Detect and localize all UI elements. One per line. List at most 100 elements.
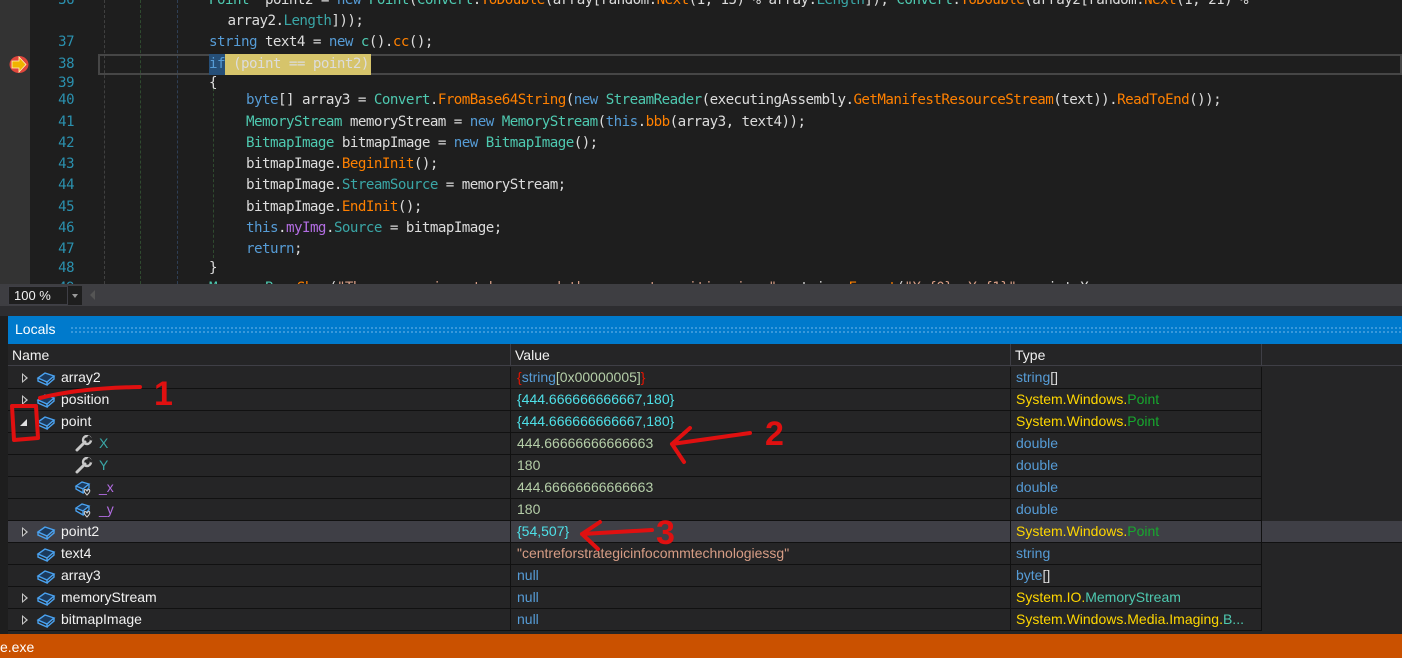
line-number: 44 [58,177,74,193]
title-drag-grip[interactable] [70,326,1402,333]
type-token: string [1016,369,1051,385]
code-line[interactable]: return; [246,239,303,260]
name-cell[interactable]: bitmapImage [8,609,511,630]
code-token: ])); [331,13,364,29]
name-cell[interactable]: point [8,411,511,432]
column-header-value[interactable]: Value [511,344,1011,366]
value-cell[interactable]: 180 [511,455,1011,476]
locals-row[interactable]: point {444.666666666667,180} System.Window… [8,411,1262,433]
name-cell[interactable]: Y [8,455,511,476]
line-number: 46 [58,220,74,236]
variable-name: memoryStream [61,589,157,605]
code-line[interactable]: BitmapImage bitmapImage = new BitmapImag… [246,133,598,154]
value-cell[interactable]: null [511,609,1011,630]
expand-arrow-icon[interactable] [22,527,28,537]
value-cell[interactable]: {444.666666666667,180} [511,411,1011,432]
variable-name: Y [99,457,109,473]
type-token: System.Windows. [1016,413,1128,429]
type-token: Point [1127,413,1160,429]
code-token: [] array3 = [277,92,374,108]
code-token: FromBase64String [437,92,566,108]
zoom-dropdown-button[interactable] [68,286,82,305]
variable-name: X [99,435,109,451]
line-number: 43 [58,156,74,172]
name-cell[interactable]: X [8,433,511,454]
code-line[interactable]: } [209,258,218,279]
value-cell[interactable]: 444.66666666666663 [511,477,1011,498]
name-cell[interactable]: point2 [8,521,511,542]
expand-arrow-icon[interactable] [22,373,28,383]
value-cell[interactable]: {string[0x00000005]} [511,367,1011,388]
code-line[interactable]: MemoryStream memoryStream = new MemorySt… [246,112,806,133]
editor-bottom-bar: 100 % [0,284,1402,306]
indent-guide [177,0,178,284]
locals-row[interactable]: text4 "centreforstrategicinfocommtechnolo… [8,543,1262,565]
locals-row[interactable]: array2 {string[0x00000005]} string[] [8,367,1262,389]
name-cell[interactable]: array3 [8,565,511,586]
value-cell[interactable]: null [511,565,1011,586]
locals-row[interactable]: Y 180 double [8,455,1262,477]
locals-row[interactable]: _y 180 double [8,499,1262,521]
code-line[interactable]: array2.Length])); [228,11,364,32]
code-line[interactable]: string text4 = new c().cc(); [209,32,433,53]
collapse-arrow-icon[interactable] [20,419,27,426]
value-cell[interactable]: {54,507} [511,521,1011,542]
locals-title-bar[interactable]: Locals [8,316,1402,344]
name-cell[interactable]: array2 [8,367,511,388]
code-line[interactable]: Point point2 = new Point(Convert.ToDoubl… [209,0,1249,11]
code-line[interactable]: byte[] array3 = Convert.FromBase64String… [246,90,1222,111]
code-token: . [472,0,482,8]
panel-splitter[interactable] [0,306,1402,316]
indent-guide [213,78,214,258]
code-line[interactable]: bitmapImage.StreamSource = memoryStream; [246,175,566,196]
zoom-level-combobox[interactable]: 100 % [8,286,68,305]
scroll-left-arrow-icon[interactable] [90,290,95,300]
code-token: (array2[random. [1024,0,1145,8]
expand-arrow-icon[interactable] [22,593,28,603]
value-cell[interactable]: "centreforstrategicinfocommtechnologiess… [511,543,1011,564]
code-token: bbb [645,114,671,130]
value-cell[interactable]: 444.66666666666663 [511,433,1011,454]
value-cell[interactable]: 180 [511,499,1011,520]
column-header-type[interactable]: Type [1011,344,1262,366]
value-cell[interactable]: {444.666666666667,180} [511,389,1011,410]
code-token: bitmapImage = [333,135,454,151]
expand-arrow-icon[interactable] [22,615,28,625]
code-token: new [453,135,479,151]
name-cell[interactable]: _x [8,477,511,498]
locals-row[interactable]: _x 444.66666666666663 double [8,477,1262,499]
code-token: BitmapImage [246,135,334,151]
locals-row[interactable]: array3 null byte[] [8,565,1262,587]
variable-name: text4 [61,545,92,561]
value-cell[interactable]: null [511,587,1011,608]
code-token: cc [392,34,410,50]
name-cell[interactable]: memoryStream [8,587,511,608]
code-line[interactable]: this.myImg.Source = bitmapImage; [246,218,502,239]
code-line[interactable]: bitmapImage.BeginInit(); [246,154,438,175]
column-header-name[interactable]: Name [8,344,511,366]
locals-row[interactable]: X 444.66666666666663 double [8,433,1262,455]
locals-row[interactable]: memoryStream null System.IO.MemoryStream [8,587,1262,609]
code-line[interactable]: bitmapImage.EndInit(); [246,197,422,218]
code-editor[interactable]: 3637383940414243444546474849 Point point… [0,0,1402,284]
locals-row[interactable]: point2 {54,507} System.Windows.Point [8,521,1262,543]
code-token: Next [656,0,690,8]
type-token: B... [1222,611,1244,627]
code-line[interactable]: { [209,73,218,94]
type-cell: System.Windows.Point [1011,521,1262,542]
name-cell[interactable]: _y [8,499,511,520]
name-cell[interactable]: position [8,389,511,410]
name-cell[interactable]: text4 [8,543,511,564]
code-token: Point [368,0,410,8]
code-token: (point == point2) [224,56,369,72]
code-token: ReadToEnd [1117,92,1190,108]
code-line[interactable]: if (point == point2) [209,54,369,75]
breakpoint-margin[interactable] [0,0,30,284]
code-token: { [209,75,218,91]
locals-window: Locals Name Value Type array2 {string[0x0… [8,316,1402,634]
type-token: Point [1127,523,1160,539]
locals-row[interactable]: bitmapImage null System.Windows.Media.Imag… [8,609,1262,631]
locals-row[interactable]: position {444.666666666667,180} System.Win… [8,389,1262,411]
code-token: Length [283,13,332,29]
expand-arrow-icon[interactable] [22,395,28,405]
